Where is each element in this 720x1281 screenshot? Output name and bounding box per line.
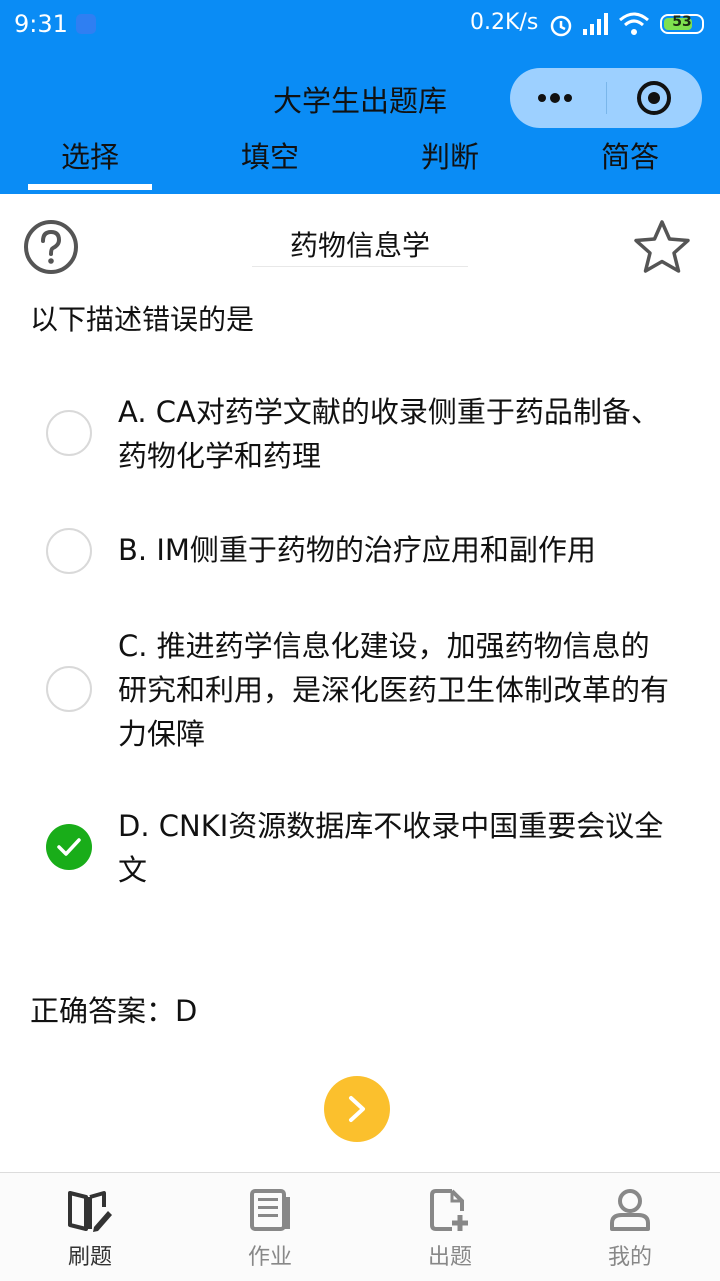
- notification-icon: [76, 14, 96, 34]
- alarm-icon: [548, 12, 574, 42]
- nav-profile[interactable]: 我的: [540, 1173, 720, 1281]
- battery-level: 53: [672, 14, 692, 30]
- option-d-radio[interactable]: [46, 824, 92, 870]
- option-c-text: C. 推进药学信息化建设，加强药物信息的研究和利用，是深化医药卫生体制改革的有力…: [118, 629, 670, 751]
- help-icon[interactable]: [22, 218, 80, 280]
- status-time: 9:31: [14, 10, 68, 38]
- signal-icon: [582, 12, 610, 40]
- user-icon: [606, 1187, 654, 1237]
- network-speed: 0.2K/s: [470, 10, 539, 35]
- tab-short-answer-label: 简答: [600, 140, 659, 174]
- tab-true-false-label: 判断: [420, 140, 479, 174]
- more-dots-icon: [538, 93, 572, 103]
- subject-title: 药物信息学: [252, 224, 468, 267]
- nav-create-question[interactable]: 出题: [360, 1173, 540, 1281]
- page-title: 大学生出题库: [272, 84, 447, 118]
- chevron-right-icon: [349, 1096, 365, 1122]
- tab-choice-label: 选择: [60, 140, 119, 174]
- tab-true-false[interactable]: 判断: [360, 136, 540, 194]
- nav-homework-label: 作业: [247, 1245, 292, 1270]
- active-tab-indicator: [28, 184, 152, 190]
- status-bar: 9:31 0.2K/s 53: [0, 0, 720, 52]
- nav-practice[interactable]: 刷题: [0, 1173, 180, 1281]
- option-a-text: A. CA对药学文献的收录侧重于药品制备、药物化学和药理: [118, 395, 660, 473]
- favorite-star-icon[interactable]: [632, 218, 692, 280]
- option-b-text: B. IM侧重于药物的治疗应用和副作用: [118, 533, 596, 567]
- correct-answer: 正确答案：D: [30, 994, 198, 1028]
- checkmark-icon: [57, 838, 81, 856]
- document-icon: [246, 1187, 294, 1237]
- next-question-button[interactable]: [324, 1076, 390, 1142]
- bottom-navigation: 刷题 作业 出题 我的: [0, 1172, 720, 1281]
- target-circle-icon: [637, 81, 671, 115]
- option-c-radio[interactable]: [46, 666, 92, 712]
- option-b-radio[interactable]: [46, 528, 92, 574]
- question-prompt: 以下描述错误的是: [30, 303, 255, 336]
- tab-fill-blank-label: 填空: [240, 140, 299, 174]
- option-a-radio[interactable]: [46, 410, 92, 456]
- tab-fill-blank[interactable]: 填空: [180, 136, 360, 194]
- question-type-tabs: 选择 填空 判断 简答: [0, 136, 720, 194]
- more-button[interactable]: [510, 68, 606, 128]
- mini-program-capsule: [510, 68, 702, 128]
- option-d-text: D. CNKI资源数据库不收录中国重要会议全文: [118, 809, 664, 887]
- tab-short-answer[interactable]: 简答: [540, 136, 720, 194]
- tab-choice[interactable]: 选择: [0, 136, 180, 194]
- nav-profile-label: 我的: [607, 1245, 652, 1270]
- nav-create-question-label: 出题: [427, 1245, 472, 1270]
- battery-icon: 53: [660, 14, 704, 34]
- file-add-icon: [426, 1187, 474, 1237]
- nav-practice-label: 刷题: [67, 1245, 112, 1270]
- close-mini-program-button[interactable]: [607, 68, 702, 128]
- wifi-icon: [618, 12, 650, 40]
- book-pen-icon: [66, 1187, 114, 1237]
- nav-homework[interactable]: 作业: [180, 1173, 360, 1281]
